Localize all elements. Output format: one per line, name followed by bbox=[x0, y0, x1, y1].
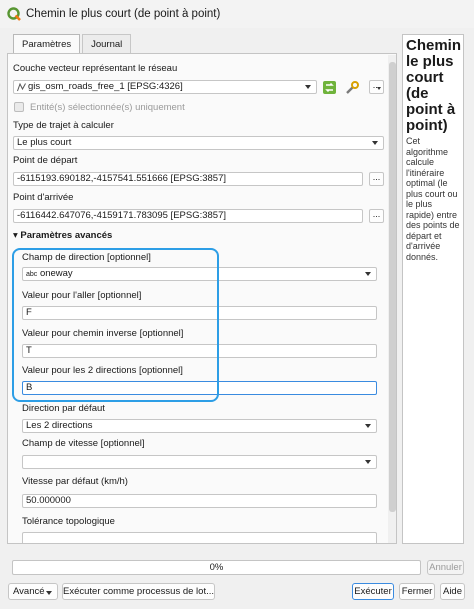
help-panel: Chemin le plus court (de point à point) … bbox=[402, 34, 464, 544]
run-button[interactable]: Exécuter bbox=[352, 583, 394, 600]
path-type-label: Type de trajet à calculer bbox=[13, 120, 114, 131]
chevron-down-icon bbox=[365, 460, 371, 464]
chevron-down-icon bbox=[365, 272, 371, 276]
selected-only-label: Entité(s) sélectionnée(s) uniquement bbox=[30, 102, 185, 113]
end-point-browse-button[interactable]: ... bbox=[369, 209, 384, 223]
path-type-combo[interactable]: Le plus court bbox=[13, 136, 384, 150]
help-button[interactable]: Aide bbox=[440, 583, 465, 600]
chevron-down-icon bbox=[305, 85, 311, 89]
network-layer-label: Couche vecteur représentant le réseau bbox=[13, 63, 178, 74]
advanced-button-label: Avancé bbox=[13, 586, 45, 597]
tab-log[interactable]: Journal bbox=[82, 34, 132, 54]
iterate-icon[interactable] bbox=[322, 80, 337, 95]
default-direction-combo[interactable]: Les 2 directions bbox=[22, 419, 377, 433]
tolerance-input[interactable] bbox=[22, 532, 377, 543]
default-direction-label: Direction par défaut bbox=[22, 403, 105, 414]
parameters-scrollbar-thumb[interactable] bbox=[389, 62, 396, 512]
window-title: Chemin le plus court (de point à point) bbox=[26, 8, 221, 20]
speed-field-combo[interactable] bbox=[22, 455, 377, 469]
start-point-label: Point de départ bbox=[13, 155, 78, 166]
speed-field-label: Champ de vitesse [optionnel] bbox=[22, 438, 145, 449]
highlight-box bbox=[12, 248, 219, 402]
path-type-value: Le plus court bbox=[17, 137, 72, 148]
advanced-button[interactable]: Avancé bbox=[8, 583, 58, 600]
qgis-logo-icon bbox=[7, 7, 21, 21]
tab-parameters[interactable]: Paramètres bbox=[13, 34, 81, 55]
default-speed-label: Vitesse par défaut (km/h) bbox=[22, 476, 128, 487]
tolerance-label: Tolérance topologique bbox=[22, 516, 115, 527]
end-point-input[interactable]: -6116442.647076,-4159171.783095 [EPSG:38… bbox=[13, 209, 363, 223]
chevron-down-icon bbox=[365, 424, 371, 428]
selected-only-checkbox[interactable] bbox=[14, 102, 24, 112]
chevron-down-icon bbox=[372, 141, 378, 145]
end-point-label: Point d'arrivée bbox=[13, 192, 74, 203]
tab-bar: Paramètres Journal bbox=[13, 34, 133, 55]
default-speed-input[interactable]: 50.000000 bbox=[22, 494, 377, 508]
network-layer-combo[interactable]: gis_osm_roads_free_1 [EPSG:4326] bbox=[13, 80, 317, 94]
title-bar: Chemin le plus court (de point à point) bbox=[0, 0, 474, 28]
cancel-button[interactable]: Annuler bbox=[427, 560, 464, 575]
progress-label: 0% bbox=[209, 562, 224, 573]
line-layer-icon bbox=[17, 83, 26, 92]
close-button[interactable]: Fermer bbox=[399, 583, 435, 600]
layer-options-button[interactable]: ... bbox=[369, 80, 384, 94]
chevron-down-icon bbox=[377, 87, 381, 90]
start-point-browse-button[interactable]: ... bbox=[369, 172, 384, 186]
help-title: Chemin le plus court (de point à point) bbox=[406, 37, 462, 134]
chevron-down-icon bbox=[46, 591, 52, 595]
run-as-batch-button[interactable]: Exécuter comme processus de lot... bbox=[62, 583, 215, 600]
default-direction-value: Les 2 directions bbox=[26, 420, 93, 431]
advanced-section-header[interactable]: ▾ Paramètres avancés bbox=[13, 230, 112, 241]
help-description: Cet algorithme calcule l'itinéraire opti… bbox=[406, 136, 460, 262]
network-layer-value: gis_osm_roads_free_1 [EPSG:4326] bbox=[28, 81, 183, 92]
advanced-section-label: Paramètres avancés bbox=[20, 230, 113, 241]
start-point-input[interactable]: -6115193.690182,-4157541.551666 [EPSG:38… bbox=[13, 172, 363, 186]
collapse-arrow-icon: ▾ bbox=[13, 230, 18, 241]
progress-bar: 0% bbox=[12, 560, 421, 575]
wrench-icon[interactable] bbox=[345, 80, 360, 95]
